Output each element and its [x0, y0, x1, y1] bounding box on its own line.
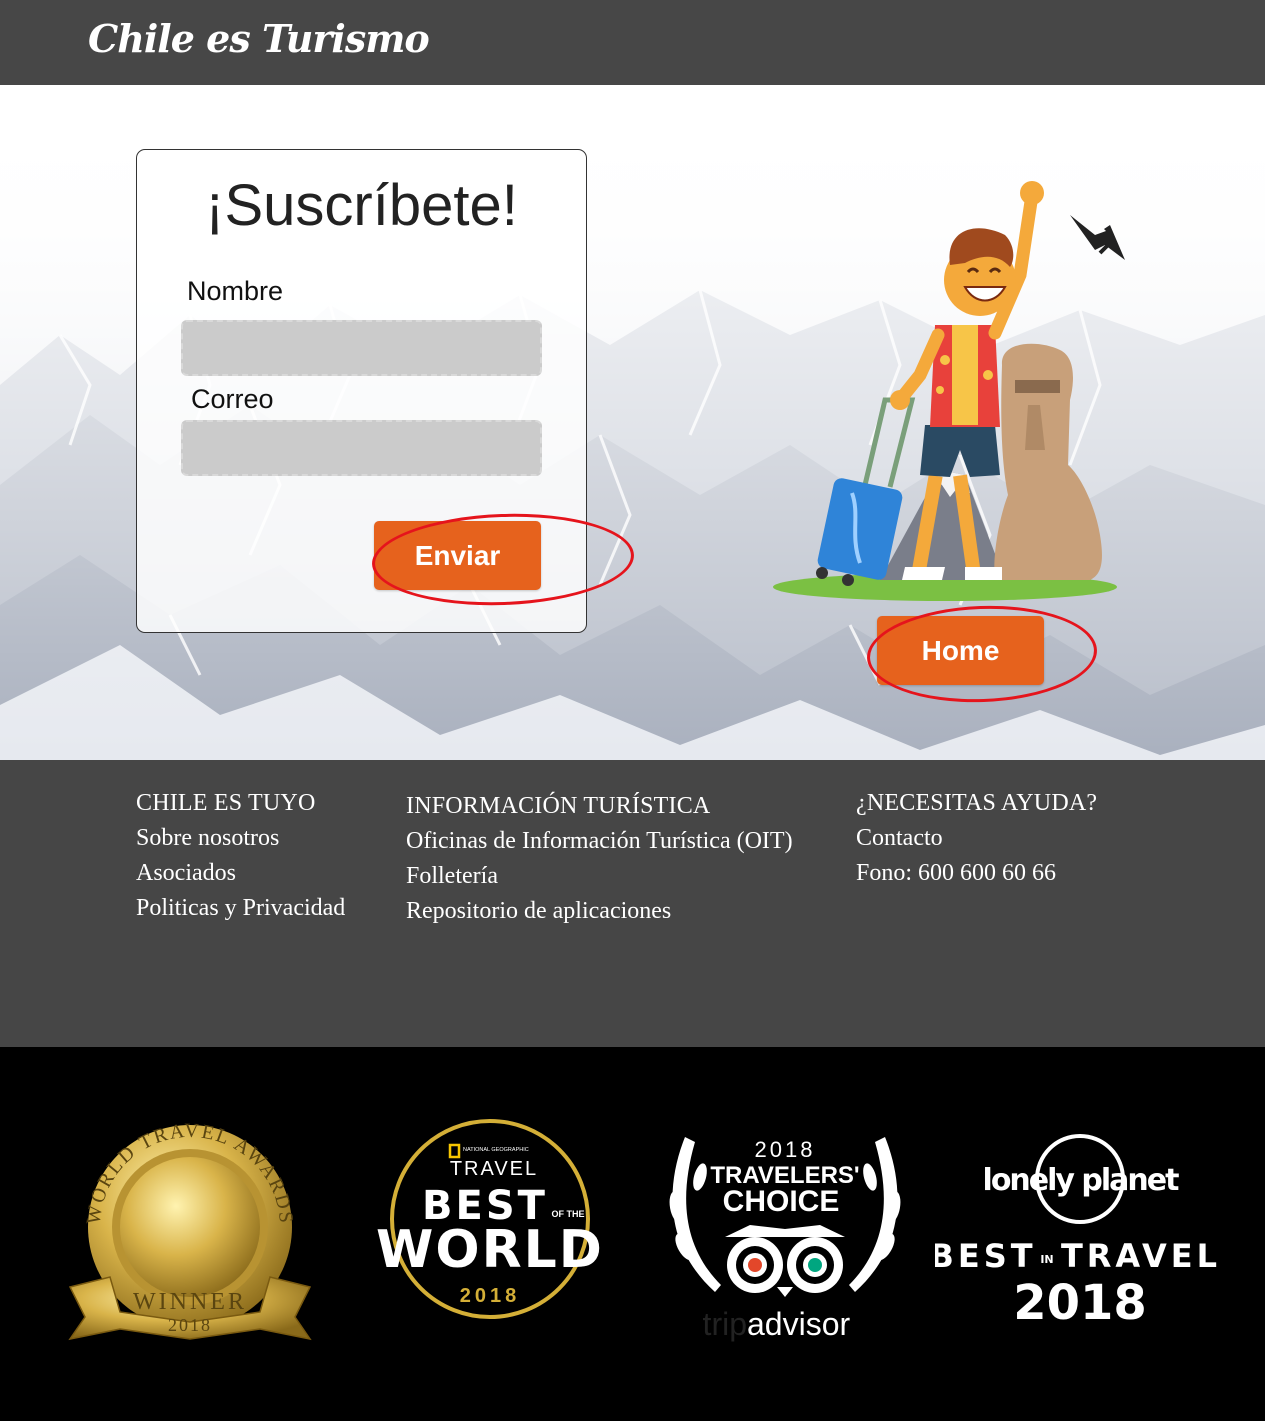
lp-best: BEST: [935, 1237, 1037, 1275]
wta-year-text: 2018: [168, 1315, 212, 1335]
footer-link-apps[interactable]: Repositorio de aplicaciones: [406, 894, 793, 929]
lonely-planet-badge: lonely planet BEST IN TRAVEL 2018: [935, 1134, 1221, 1331]
footer-heading: INFORMACIÓN TURÍSTICA: [406, 793, 711, 819]
owl-logo-icon: [725, 1225, 845, 1297]
footer-col-chile: CHILE ES TUYO Sobre nosotros Asociados P…: [136, 790, 345, 926]
top-bar: Chile es Turismo: [0, 0, 1265, 85]
suitcase-handle-shape: [862, 397, 916, 488]
footer-link-privacy[interactable]: Politicas y Privacidad: [136, 891, 345, 926]
natgeo-publisher: NATIONAL GEOGRAPHIC: [463, 1147, 529, 1153]
name-input[interactable]: [181, 320, 542, 376]
wta-banner-text: WINNER: [133, 1289, 247, 1315]
natgeo-best-of-world-badge: NATIONAL GEOGRAPHIC TRAVEL BEST OF THE W…: [376, 1119, 604, 1319]
natgeo-year: 2018: [460, 1285, 521, 1307]
footer: CHILE ES TUYO Sobre nosotros Asociados P…: [0, 760, 1265, 1047]
ta-year: 2018: [755, 1137, 816, 1162]
footer-link-about[interactable]: Sobre nosotros: [136, 821, 345, 856]
footer-link-partners[interactable]: Asociados: [136, 856, 345, 891]
lp-year: 2018: [1013, 1275, 1147, 1331]
name-label: Nombre: [187, 276, 284, 306]
ta-brand-advisor: advisor: [747, 1306, 851, 1342]
home-button[interactable]: Home: [877, 616, 1044, 685]
lp-in: IN: [1040, 1253, 1053, 1266]
ta-brand-trip: trip: [703, 1306, 747, 1342]
lp-brand: lonely planet: [983, 1163, 1180, 1198]
natgeo-world: WORLD: [376, 1220, 604, 1280]
submit-button[interactable]: Enviar: [374, 521, 541, 590]
footer-phone: Fono: 600 600 60 66: [856, 860, 1057, 886]
traveler-illustration: [773, 181, 1125, 601]
condor-illustration: [1070, 215, 1125, 260]
footer-heading: CHILE ES TUYO: [136, 790, 316, 816]
footer-link-brochures[interactable]: Folletería: [406, 859, 793, 894]
subscribe-card: ¡Suscríbete! Nombre Correo Enviar: [136, 149, 587, 633]
moai-shape: [994, 343, 1102, 580]
shorts-shape: [920, 425, 1000, 477]
volcano-shape: [880, 470, 1005, 580]
brand-logo[interactable]: Chile es Turismo: [88, 16, 430, 61]
footer-col-help: ¿NECESITAS AYUDA? Contacto Fono: 600 600…: [856, 790, 1097, 891]
footer-link-contact[interactable]: Contacto: [856, 821, 1097, 856]
natgeo-travel: TRAVEL: [450, 1158, 538, 1180]
email-label: Correo: [191, 384, 274, 414]
footer-heading: ¿NECESITAS AYUDA?: [856, 790, 1098, 816]
lp-travel: TRAVEL: [1061, 1237, 1221, 1275]
natgeo-ofthe: OF THE: [552, 1209, 585, 1219]
footer-link-oit[interactable]: Oficinas de Información Turística (OIT): [406, 824, 793, 859]
awards-strip: WORLD TRAVEL AWARDS WINNER 2018 NATIONAL…: [0, 1047, 1265, 1421]
footer-col-info: INFORMACIÓN TURÍSTICA Oficinas de Inform…: [406, 793, 793, 929]
world-travel-awards-badge: WORLD TRAVEL AWARDS WINNER 2018: [68, 1120, 312, 1341]
card-title: ¡Suscríbete!: [205, 173, 518, 238]
email-input[interactable]: [181, 420, 542, 476]
ta-line2: CHOICE: [723, 1185, 840, 1218]
tripadvisor-travelers-choice-badge: 2018 TRAVELERS' CHOICE trip advisor: [669, 1137, 901, 1342]
